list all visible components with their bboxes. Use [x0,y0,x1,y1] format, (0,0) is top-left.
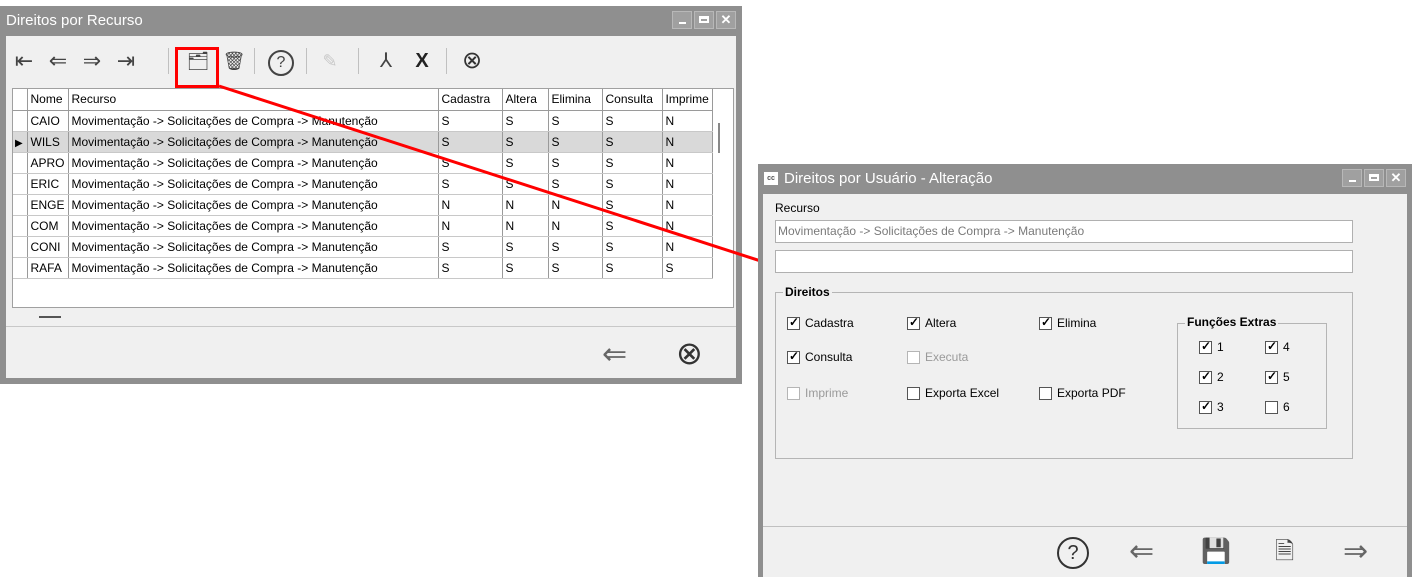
window2-title: Direitos por Usuário - Alteração [784,170,993,187]
checkbox-mark [1199,399,1212,414]
direitos-title: Direitos [783,285,832,299]
executa-checkbox: Executa [907,350,968,364]
cancel-document-icon[interactable]: 🗎 [1275,535,1294,569]
checkbox-mark [907,386,920,400]
extra-5-checkbox[interactable]: 5 [1265,369,1290,384]
arrow-line [218,84,771,266]
checkbox-mark [1265,400,1278,414]
extra-6-checkbox[interactable]: 6 [1265,400,1290,414]
checkbox-mark [1039,386,1052,400]
imprime-checkbox: Imprime [787,386,848,400]
funcoes-extras-title: Funções Extras [1185,315,1279,329]
checkbox-mark [787,386,800,400]
close-window-button[interactable]: ✕ [1386,169,1406,187]
maximize-button[interactable] [1364,169,1384,187]
checkbox-mark [1265,369,1278,384]
recurso-detail-field[interactable] [775,250,1353,273]
altera-checkbox[interactable]: Altera [907,315,956,330]
consulta-checkbox[interactable]: Consulta [787,349,852,364]
checkbox-mark [787,315,800,330]
extra-3-checkbox[interactable]: 3 [1199,399,1224,414]
help-icon[interactable]: ? [1057,537,1089,569]
recurso-label: Recurso [775,201,820,215]
app-icon: cc [764,172,778,185]
checkbox-mark [907,315,920,330]
direitos-por-usuario-window: cc Direitos por Usuário - Alteração ✕ Re… [758,164,1412,577]
elimina-checkbox[interactable]: Elimina [1039,315,1096,330]
cadastra-checkbox[interactable]: Cadastra [787,315,854,330]
save-icon[interactable]: 💾 [1201,535,1231,569]
extra-1-checkbox[interactable]: 1 [1199,339,1224,354]
checkbox-mark [787,349,800,364]
window2-footer: ? ⇐ 💾 🗎 ⇒ [763,526,1407,578]
recurso-field[interactable]: Movimentação -> Solicitações de Compra -… [775,220,1353,243]
checkbox-mark [1199,369,1212,384]
checkbox-mark [1199,339,1212,354]
extra-4-checkbox[interactable]: 4 [1265,339,1290,354]
exporta-excel-checkbox[interactable]: Exporta Excel [907,386,999,400]
minimize-button[interactable] [1342,169,1362,187]
checkbox-mark [1039,315,1052,330]
checkbox-mark [1265,339,1278,354]
exporta-pdf-checkbox[interactable]: Exporta PDF [1039,386,1126,400]
extra-2-checkbox[interactable]: 2 [1199,369,1224,384]
window2-titlebar[interactable]: cc Direitos por Usuário - Alteração ✕ [758,164,1412,194]
next-arrow-icon[interactable]: ⇒ [1343,535,1368,569]
checkbox-mark [907,350,920,364]
back-arrow-icon[interactable]: ⇐ [1129,535,1154,569]
